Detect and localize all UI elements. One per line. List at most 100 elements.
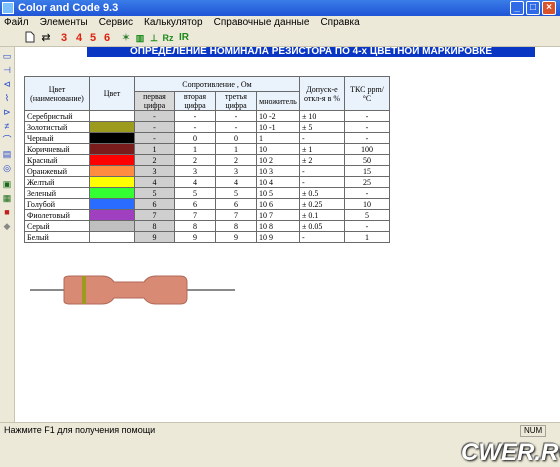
window-title: Color and Code 9.3 [18, 2, 119, 14]
chip-tool-icon[interactable]: ▤ [2, 149, 12, 159]
multiplier-cell: 10 9 [256, 231, 300, 243]
second-digit-cell: 7 [174, 209, 216, 221]
menu-service[interactable]: Сервис [95, 16, 137, 30]
color-name-cell: Коричневый [24, 143, 90, 155]
display-tool-icon[interactable]: ▦ [2, 193, 12, 203]
zener-tool-icon[interactable]: ⊳ [2, 107, 12, 117]
pointer-tool-icon[interactable]: ◆ [2, 221, 12, 231]
third-digit-cell: - [215, 121, 257, 133]
color-code-table: Цвет (наименование) Цвет Сопротивление ,… [24, 76, 390, 243]
tolerance-cell: ± 0.5 [299, 187, 345, 199]
band-3-button[interactable]: 3 [59, 31, 69, 45]
multiplier-cell: 10 4 [256, 176, 300, 188]
new-document-icon[interactable] [24, 31, 36, 45]
second-digit-cell: 1 [174, 143, 216, 155]
color-name-cell: Красный [24, 154, 90, 166]
inductor-tool-icon[interactable]: ⌇ [2, 93, 12, 103]
tks-cell: 1 [344, 231, 390, 243]
color-swatch-cell [89, 165, 135, 177]
header-second-digit: вторая цифра [174, 91, 216, 111]
third-digit-cell: 9 [215, 231, 257, 243]
multiplier-cell: 10 -1 [256, 121, 300, 133]
color-swatch-cell [89, 209, 135, 221]
color-name-cell: Фиолетовый [24, 209, 90, 221]
lamp-tool-icon[interactable]: ◎ [2, 163, 12, 173]
header-third-digit: третья цифра [215, 91, 257, 111]
tolerance-cell: - [299, 132, 345, 144]
band-5-button[interactable]: 5 [88, 31, 98, 45]
resistor-tool-icon[interactable]: ▭ [2, 51, 12, 61]
resistor-icon[interactable]: ✶ [120, 31, 132, 45]
diode-tool-icon[interactable]: ⊲ [2, 79, 12, 89]
color-name-cell: Зеленый [24, 187, 90, 199]
first-digit-cell: 3 [134, 165, 175, 177]
multiplier-cell: 1 [256, 132, 300, 144]
tolerance-cell: - [299, 176, 345, 188]
color-swatch-cell [89, 176, 135, 188]
menu-file[interactable]: Файл [0, 16, 33, 30]
table-row: Желтый 4 4 4 10 4-25 [24, 176, 390, 188]
band-4-button[interactable]: 4 [74, 31, 84, 45]
menu-help[interactable]: Справка [316, 16, 363, 30]
status-text: Нажмите F1 для получения помощи [4, 425, 156, 435]
color-name-cell: Желтый [24, 176, 90, 188]
rz-button[interactable]: Rz [161, 31, 175, 45]
capacitor-tool-icon[interactable]: ⊣ [2, 65, 12, 75]
second-digit-cell: - [174, 121, 216, 133]
toolbar: ⇄ 3 4 5 6 ✶ ▥ ⊥ Rz IR [0, 30, 560, 47]
color-swatch-cell [89, 231, 135, 243]
second-digit-cell: 4 [174, 176, 216, 188]
first-digit-cell: - [134, 110, 175, 122]
first-digit-cell: 4 [134, 176, 175, 188]
multiplier-cell: 10 2 [256, 154, 300, 166]
coil-tool-icon[interactable]: ⌒ [2, 135, 12, 145]
tks-cell: 25 [344, 176, 390, 188]
menu-bar: Файл Элементы Сервис Калькулятор Справоч… [0, 16, 560, 30]
capacitor-icon[interactable]: ⊥ [148, 31, 160, 45]
first-digit-cell: - [134, 132, 175, 144]
smd-icon[interactable]: ▥ [133, 31, 147, 45]
menu-calculator[interactable]: Калькулятор [140, 16, 207, 30]
first-digit-cell: 9 [134, 231, 175, 243]
color-name-cell: Черный [24, 132, 90, 144]
table-row: Коричневый 1 1 1 10 ± 1 100 [24, 143, 390, 155]
close-button[interactable]: × [542, 1, 556, 15]
minimize-button[interactable]: _ [510, 1, 524, 15]
ir-button[interactable]: IR [177, 31, 191, 45]
tks-cell: 15 [344, 165, 390, 177]
second-digit-cell: 2 [174, 154, 216, 166]
first-digit-cell: 1 [134, 143, 175, 155]
second-digit-cell: 9 [174, 231, 216, 243]
header-first-digit: первая цифра [134, 91, 175, 111]
header-color-name: Цвет (наименование) [24, 76, 90, 111]
table-row: Зеленый 5 5 5 10 5 ± 0.5- [24, 187, 390, 199]
tolerance-cell: - [299, 165, 345, 177]
second-digit-cell: 6 [174, 198, 216, 210]
third-digit-cell: 0 [215, 132, 257, 144]
color-tool-icon[interactable]: ■ [2, 207, 12, 217]
third-digit-cell: - [215, 110, 257, 122]
menu-elements[interactable]: Элементы [36, 16, 92, 30]
table-row: Золотистый - - -10 -1 ± 5- [24, 121, 390, 133]
color-name-cell: Серый [24, 220, 90, 232]
board-tool-icon[interactable]: ▣ [2, 179, 12, 189]
tks-cell: - [344, 187, 390, 199]
tks-cell: 10 [344, 198, 390, 210]
transistor-tool-icon[interactable]: ≠ [2, 121, 12, 131]
tks-cell: 50 [344, 154, 390, 166]
table-row: Серебристый - - -10 -2 ± 10- [24, 110, 390, 122]
swap-icon[interactable]: ⇄ [40, 31, 52, 45]
second-digit-cell: - [174, 110, 216, 122]
maximize-button[interactable]: □ [526, 1, 540, 15]
second-digit-cell: 5 [174, 187, 216, 199]
resistor-image [30, 275, 235, 305]
second-digit-cell: 3 [174, 165, 216, 177]
table-row: Белый 9 9 9 10 9-1 [24, 231, 390, 243]
color-swatch-cell [89, 110, 135, 122]
table-row: Оранжевый 3 3 3 10 3-15 [24, 165, 390, 177]
menu-reference[interactable]: Справочные данные [210, 16, 314, 30]
band-6-button[interactable]: 6 [102, 31, 112, 45]
table-row: Серый 8 8 8 10 8 ± 0.05- [24, 220, 390, 232]
table-row: Голубой 6 6 6 10 6 ± 0.25 10 [24, 198, 390, 210]
tks-cell: - [344, 220, 390, 232]
